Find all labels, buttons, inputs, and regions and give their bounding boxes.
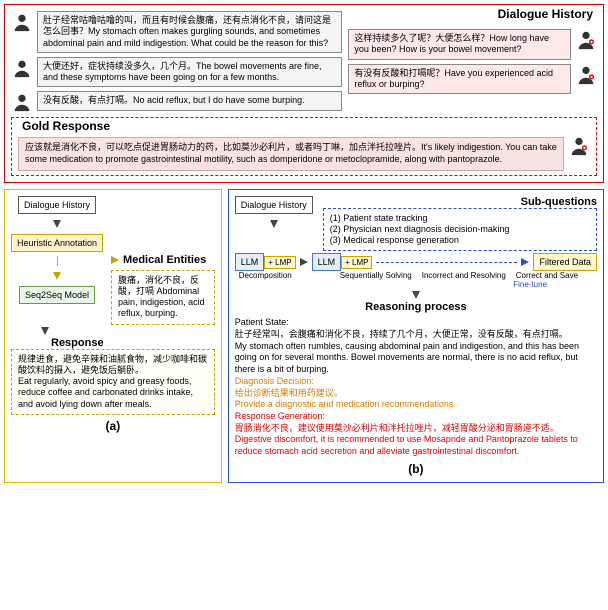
gold-response-panel: Gold Response 应该就是消化不良，可以吃点促进胃肠动力的药，比如莫沙… bbox=[11, 117, 597, 175]
label-seq-solving: Sequentially Solving bbox=[340, 271, 412, 280]
panel-b-caption: (b) bbox=[235, 462, 597, 476]
arrow-down-dashed-icon bbox=[53, 272, 61, 280]
patient-msg: 没有反酸，有点打嗝。No acid reflux, but I do have … bbox=[11, 91, 342, 113]
doctor-msg: 这样持续多久了呢？大便怎么样？How long have you been? H… bbox=[348, 29, 597, 60]
box-dialogue-history-b: Dialogue History bbox=[235, 196, 313, 214]
patient-msg: 肚子经常咕噜咕噜的叫，而且有时候会腹痛，还有点消化不良，请问这是怎么回事？My … bbox=[11, 11, 342, 53]
box-filtered-data: Filtered Data bbox=[533, 253, 597, 271]
doctor-icon bbox=[575, 29, 597, 51]
arrow-down-icon bbox=[270, 220, 278, 228]
dialogue-history-title: Dialogue History bbox=[494, 7, 597, 21]
panel-a: Dialogue History Heuristic Annotation Se… bbox=[4, 189, 222, 483]
bottom-panels: Dialogue History Heuristic Annotation Se… bbox=[4, 189, 604, 483]
patient-column: 肚子经常咕噜咕噜的叫，而且有时候会腹痛，还有点消化不良，请问这是怎么回事？My … bbox=[11, 11, 342, 113]
gold-msg: 应该就是消化不良，可以吃点促进胃肠动力的药，比如莫沙必利片，或者吗丁啉，加点泮托… bbox=[18, 135, 590, 170]
diagnosis-decision-title: Diagnosis Decision: bbox=[235, 376, 597, 388]
doctor-icon bbox=[568, 135, 590, 157]
box-heuristic-annotation: Heuristic Annotation bbox=[11, 234, 103, 252]
patient-bubble: 没有反酸，有点打嗝。No acid reflux, but I do have … bbox=[37, 91, 342, 110]
reasoning-process-title: Reasoning process bbox=[235, 301, 597, 313]
doctor-column: 这样持续多久了呢？大便怎么样？How long have you been? H… bbox=[348, 29, 597, 94]
arrow-down-icon bbox=[53, 220, 61, 228]
medical-entities-title: Medical Entities bbox=[123, 254, 206, 266]
doctor-bubble: 这样持续多久了呢？大便怎么样？How long have you been? H… bbox=[348, 29, 571, 60]
reasoning-process-body: Patient State: 肚子经常叫，会腹痛和消化不良，持续了几个月，大便正… bbox=[235, 317, 597, 457]
doctor-icon bbox=[575, 64, 597, 86]
dashed-connector bbox=[376, 262, 517, 263]
box-llm-1: LLM bbox=[235, 253, 265, 271]
figure-root: Dialogue History 肚子经常咕噜咕噜的叫，而且有时候会腹痛，还有点… bbox=[0, 0, 608, 487]
arrow-right-dashed-icon bbox=[111, 256, 119, 264]
sub-questions-box: (1) Patient state tracking (2) Physician… bbox=[323, 208, 597, 252]
sub-q-1: (1) Patient state tracking bbox=[330, 213, 590, 224]
box-seq2seq: Seq2Seq Model bbox=[19, 286, 95, 304]
label-correct: Correct and Save bbox=[516, 271, 578, 280]
patient-bubble: 肚子经常咕噜咕噜的叫，而且有时候会腹痛，还有点消化不良，请问这是怎么回事？My … bbox=[37, 11, 342, 53]
patient-icon bbox=[11, 91, 33, 113]
label-fine-tune: Fine-tune bbox=[235, 280, 547, 289]
dialogue-columns: 肚子经常咕噜咕噜的叫，而且有时候会腹痛，还有点消化不良，请问这是怎么回事？My … bbox=[11, 11, 597, 113]
arrow-right-dashed-icon bbox=[521, 258, 529, 266]
response-generation-body: 胃肠消化不良，建议使用莫沙必利片和泮托拉唑片，减轻胃酸分泌和胃肠道不适。 Dig… bbox=[235, 423, 597, 458]
label-decomposition: Decomposition bbox=[239, 271, 292, 280]
response-title: Response bbox=[51, 337, 215, 349]
panel-a-caption: (a) bbox=[11, 419, 215, 433]
diagnosis-decision-body: 给出诊断结果和用药建议。 Provide a diagnostic and me… bbox=[235, 388, 597, 411]
box-llm-2: LLM bbox=[312, 253, 342, 271]
medical-entities-body: 腹痛，消化不良，反酸，打嗝 Abdominal pain, indigestio… bbox=[111, 270, 215, 325]
arrow-right-icon bbox=[300, 258, 308, 266]
doctor-bubble: 有没有反酸和打嗝呢？Have you experienced acid refl… bbox=[348, 64, 571, 95]
label-incorrect: Incorrect and Resolving bbox=[422, 271, 506, 280]
patient-bubble: 大便还好，症状持续没多久，几个月。The bowel movements are… bbox=[37, 57, 342, 88]
arrow-down-icon bbox=[412, 291, 420, 299]
response-generation-title: Response Generation: bbox=[235, 411, 597, 423]
sub-q-3: (3) Medical response generation bbox=[330, 235, 590, 246]
doctor-msg: 有没有反酸和打嗝呢？Have you experienced acid refl… bbox=[348, 64, 597, 95]
patient-state-body: 肚子经常叫，会腹痛和消化不良，持续了几个月，大便正常，没有反酸，有点打嗝。 My… bbox=[235, 329, 597, 376]
dashed-connector bbox=[57, 256, 58, 266]
gold-response-body: 应该就是消化不良，可以吃点促进胃肠动力的药，比如莫沙必利片，或者吗丁啉，加点泮托… bbox=[18, 137, 564, 170]
patient-msg: 大便还好，症状持续没多久，几个月。The bowel movements are… bbox=[11, 57, 342, 88]
box-lmp-2: + LMP bbox=[341, 256, 372, 269]
patient-icon bbox=[11, 57, 33, 79]
sub-questions-title: Sub-questions bbox=[323, 196, 597, 208]
patient-state-title: Patient State: bbox=[235, 317, 597, 329]
sub-q-2: (2) Physician next diagnosis decision-ma… bbox=[330, 224, 590, 235]
gold-response-title: Gold Response bbox=[18, 119, 114, 133]
box-lmp-1: + LMP bbox=[264, 256, 295, 269]
patient-icon bbox=[11, 11, 33, 33]
arrow-down-icon bbox=[41, 327, 49, 335]
panel-b: Dialogue History Sub-questions (1) Patie… bbox=[228, 189, 604, 483]
box-dialogue-history: Dialogue History bbox=[18, 196, 96, 214]
response-body: 规律进食，避免辛辣和油腻食物，减少咖啡和碳酸饮料的摄入，避免饭后躺卧。 Eat … bbox=[11, 349, 215, 415]
dialogue-history-panel: Dialogue History 肚子经常咕噜咕噜的叫，而且有时候会腹痛，还有点… bbox=[4, 4, 604, 183]
